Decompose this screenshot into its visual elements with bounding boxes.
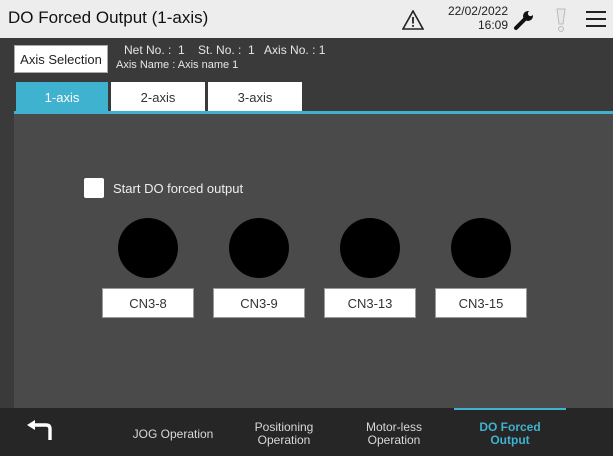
menu-icon[interactable] xyxy=(586,10,606,28)
datetime-display: 22/02/2022 16:09 xyxy=(436,4,508,32)
output-button-cn3-8[interactable]: CN3-8 xyxy=(102,288,194,318)
output-lamp-cn3-9 xyxy=(229,218,289,278)
tab-3-axis[interactable]: 3-axis xyxy=(208,82,302,112)
nav-positioning-label-2: Operation xyxy=(257,433,311,447)
output-button-cn3-15[interactable]: CN3-15 xyxy=(435,288,527,318)
output-lamp-cn3-13 xyxy=(340,218,400,278)
start-output-checkbox[interactable] xyxy=(84,178,104,198)
nav-positioning-operation[interactable]: Positioning Operation xyxy=(232,416,336,452)
time-text: 16:09 xyxy=(477,18,508,32)
axis-selection-button[interactable]: Axis Selection xyxy=(14,45,108,73)
alarm-icon[interactable] xyxy=(554,7,568,33)
start-output-label: Start DO forced output xyxy=(113,180,244,196)
tab-1-axis[interactable]: 1-axis xyxy=(16,82,108,112)
output-button-cn3-13[interactable]: CN3-13 xyxy=(324,288,416,318)
title-bar: DO Forced Output (1-axis) 22/02/2022 16:… xyxy=(0,0,613,38)
nav-motorless-label-2: Operation xyxy=(367,433,421,447)
axis-info-bar: Axis Selection Net No. : 1 St. No. : 1 A… xyxy=(0,38,613,80)
bottom-nav: JOG Operation Positioning Operation Moto… xyxy=(0,408,613,456)
axis-name-text: Axis Name : Axis name 1 xyxy=(116,59,239,71)
axis-tabs: 1-axis 2-axis 3-axis xyxy=(0,80,613,114)
active-nav-indicator xyxy=(454,408,566,410)
start-output-row: Start DO forced output xyxy=(84,178,243,198)
tab-2-axis[interactable]: 2-axis xyxy=(111,82,205,112)
output-lamp-cn3-8 xyxy=(118,218,178,278)
date-text: 22/02/2022 xyxy=(447,4,508,18)
nav-do-forced-label-2: Output xyxy=(490,433,530,447)
main-panel: Start DO forced output CN3-8 CN3-9 CN3-1… xyxy=(14,114,613,408)
page-title: DO Forced Output (1-axis) xyxy=(8,8,209,27)
output-button-cn3-9[interactable]: CN3-9 xyxy=(213,288,305,318)
axis-numbers-text: Net No. : 1 St. No. : 1 Axis No. : 1 xyxy=(124,43,326,57)
nav-do-forced-output[interactable]: DO Forced Output xyxy=(454,416,566,452)
nav-motorless-operation[interactable]: Motor-less Operation xyxy=(342,416,446,452)
warning-icon[interactable] xyxy=(402,10,424,30)
output-lamp-cn3-15 xyxy=(451,218,511,278)
nav-jog-label: JOG Operation xyxy=(132,426,214,441)
wrench-icon[interactable] xyxy=(512,8,536,32)
nav-jog-operation[interactable]: JOG Operation xyxy=(112,416,234,452)
back-icon[interactable] xyxy=(26,420,52,444)
